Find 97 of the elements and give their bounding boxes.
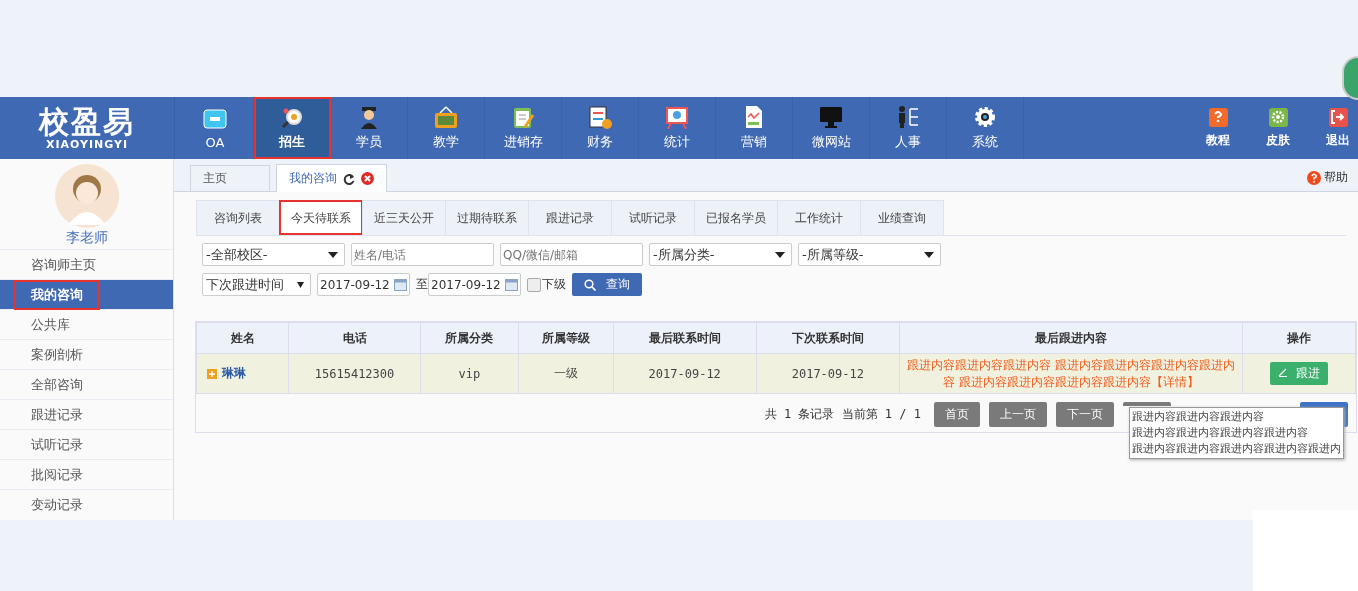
logo-subtitle: XIAOYINGYI (45, 137, 129, 151)
pagination-button[interactable]: 下一页 (1056, 402, 1114, 427)
caret-icon (328, 251, 338, 258)
sidebar-item[interactable]: 案例剖析 (0, 339, 173, 369)
tab[interactable]: 业绩查询 (860, 200, 944, 235)
tab[interactable]: 试听记录 (611, 200, 695, 235)
pagination-summary: 共 1 条记录 当前第 1 / 1 (764, 406, 921, 423)
table-cell: 2017-09-12 (613, 353, 757, 394)
tab[interactable]: 工作统计 (777, 200, 861, 235)
table-cell: 15615412300 (288, 353, 421, 394)
nav-label: 学员 (356, 133, 382, 151)
tab[interactable]: 近三天公开 (362, 200, 446, 235)
sidebar-item[interactable]: 批阅记录 (0, 459, 173, 489)
column-header: 下次联系时间 (756, 322, 900, 354)
calendar-icon (394, 278, 407, 291)
search-button[interactable]: 查询 (572, 273, 642, 296)
date-field[interactable]: 2017-09-12 (428, 273, 521, 296)
dropdown[interactable]: -所属分类- (649, 243, 792, 266)
settings-icon (973, 105, 997, 129)
sidebar-item[interactable]: 试听记录 (0, 429, 173, 459)
caret-icon (297, 281, 304, 288)
column-header: 操作 (1242, 322, 1356, 354)
toolbar-button[interactable]: 教程 (1206, 107, 1230, 149)
toolbar-label: 皮肤 (1266, 131, 1290, 149)
tooltip-line: 跟进内容跟进内容跟进内容跟进内容跟进内 (1132, 441, 1341, 457)
sidebar-item[interactable]: 跟进记录 (0, 399, 173, 429)
easel-icon (665, 105, 689, 129)
calendar-icon (505, 278, 518, 291)
tooltip-line: 跟进内容跟进内容跟进内容跟进内容 (1132, 425, 1308, 441)
user-name: 李老师 (65, 229, 108, 247)
refresh-icon (343, 172, 355, 185)
pagination-button[interactable]: 首页 (934, 402, 980, 427)
search-icon (584, 278, 596, 291)
sidebar-item[interactable]: 公共库 (0, 309, 173, 339)
floating-badge[interactable] (1342, 56, 1358, 100)
page-tab[interactable]: 主页 (190, 165, 270, 191)
column-header: 最后联系时间 (613, 322, 757, 354)
nav-label: 教学 (433, 133, 459, 151)
monitor-icon (819, 105, 843, 129)
clipboard-icon (511, 105, 535, 129)
input-field[interactable]: 姓名/电话 (351, 243, 494, 266)
table-cell: vip (420, 353, 519, 394)
logout-icon (1329, 108, 1347, 126)
tab[interactable]: 咨询列表 (196, 200, 280, 235)
column-header: 姓名 (196, 322, 289, 354)
sidebar-item[interactable]: 全部咨询 (0, 369, 173, 399)
tab[interactable]: 已报名学员 (694, 200, 778, 235)
table-cell: 2017-09-12 (756, 353, 900, 394)
followup-text: 跟进内容跟进内容跟进内容 跟进内容跟进内容跟进内容跟进内容 跟进内容跟进内容跟进内容跟进内容【详情】 (906, 356, 1236, 391)
nav-label: 微网站 (811, 133, 851, 151)
nav-label: 系统 (972, 133, 998, 151)
tooltip-line: 跟进内容跟进内容跟进内容 (1132, 409, 1264, 425)
caret-icon (775, 251, 785, 258)
pencil-icon (1278, 367, 1289, 377)
avatar-icon (53, 163, 120, 229)
sidebar-item[interactable]: 我的咨询 (0, 279, 173, 309)
nav-label: 人事 (895, 133, 921, 151)
column-header: 所属等级 (518, 322, 614, 354)
dropdown[interactable]: 下次跟进时间 (202, 273, 311, 296)
toolbar-button[interactable]: 退出 (1326, 107, 1350, 149)
close-icon (361, 172, 374, 185)
nav-item[interactable]: 招生 (254, 97, 331, 159)
square-icon (203, 106, 227, 131)
logo-title: 校盈易 (39, 105, 135, 138)
column-header: 所属分类 (420, 322, 519, 354)
pagination-button[interactable]: 上一页 (989, 402, 1047, 427)
range-label: 至 (416, 276, 428, 293)
page-tab[interactable]: 我的咨询 (276, 164, 387, 192)
tab[interactable]: 今天待联系 (279, 200, 363, 235)
name-link[interactable]: 琳琳 (222, 366, 246, 380)
tab[interactable]: 跟进记录 (528, 200, 612, 235)
checkbox[interactable]: 下级 (527, 276, 566, 293)
help-link[interactable]: 帮助 (1324, 169, 1348, 186)
caret-icon (924, 251, 934, 258)
help-icon (1307, 170, 1321, 185)
input-field[interactable]: QQ/微信/邮箱 (500, 243, 643, 266)
toolbar-label: 退出 (1326, 131, 1350, 149)
expand-icon (207, 368, 217, 379)
nav-label: 财务 (587, 133, 613, 151)
org-chart-icon (896, 105, 920, 129)
sidebar-item[interactable]: 变动记录 (0, 489, 173, 519)
nav-label: 营销 (741, 133, 767, 151)
tab[interactable]: 过期待联系 (445, 200, 529, 235)
column-header: 最后跟进内容 (899, 322, 1243, 354)
dropdown[interactable]: -所属等级- (798, 243, 941, 266)
column-header: 电话 (288, 322, 421, 354)
date-field[interactable]: 2017-09-12 (317, 273, 410, 296)
nav-label: 招生 (279, 133, 305, 151)
dropdown[interactable]: -全部校区- (202, 243, 345, 266)
table-cell: 一级 (518, 353, 614, 394)
toolbar-button[interactable]: 皮肤 (1266, 107, 1290, 149)
toolbar-label: 教程 (1206, 131, 1230, 149)
nav-label: 统计 (664, 133, 690, 151)
nav-label: OA (205, 134, 225, 150)
chalkboard-icon (434, 105, 458, 129)
nav-label: 进销存 (503, 133, 543, 151)
settings-icon (1269, 108, 1287, 126)
